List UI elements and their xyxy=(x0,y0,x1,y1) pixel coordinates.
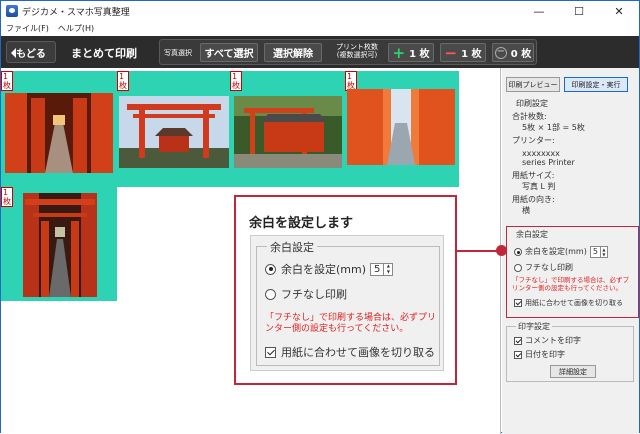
back-label: もどる xyxy=(16,48,46,60)
print-count-title: プリント枚数 xyxy=(336,43,378,51)
callout-dot xyxy=(496,245,507,256)
zoom-spin-down-icon[interactable]: ▼ xyxy=(384,269,392,275)
window-controls: — ☐ ✕ xyxy=(519,1,639,21)
deselect-label: 選択解除 xyxy=(273,49,313,60)
margin-highlight xyxy=(506,226,639,318)
print-preview-label: 印刷プレビュー xyxy=(508,80,558,89)
minimize-icon[interactable]: — xyxy=(519,1,559,21)
photo-count-badge: 1枚 xyxy=(1,71,13,91)
zero-icon: − xyxy=(494,45,507,59)
paper-label: 用紙サイズ: xyxy=(512,171,555,180)
orient-value: 横 xyxy=(522,206,530,215)
minus-one-button[interactable]: −1 枚 xyxy=(440,43,486,62)
minus-one-label: 1 枚 xyxy=(461,49,482,60)
zoom-crop-checkbox[interactable] xyxy=(265,346,276,358)
zoom-margin-group: 余白設定 余白を設定(mm) 5 ▲ ▼ フチなし印刷 「フチなし」で印刷する場合… xyxy=(256,239,440,366)
comment-label: コメントを印字 xyxy=(525,336,581,345)
print-settings-title: 印刷設定 xyxy=(516,99,548,108)
photo-thumbnail[interactable] xyxy=(23,193,97,297)
total-value: 5枚 × 1部 = 5枚 xyxy=(522,123,585,132)
printer-label: プリンター: xyxy=(512,136,555,145)
zoom-margin-set-label: 余白を設定(mm) xyxy=(281,263,367,276)
maximize-icon[interactable]: ☐ xyxy=(559,1,599,21)
total-label: 合計枚数: xyxy=(512,112,547,121)
menu-bar: ファイル(F) ヘルプ(H) xyxy=(1,21,639,35)
printer-value-2: series Printer xyxy=(522,158,575,167)
zoom-borderless-row[interactable]: フチなし印刷 xyxy=(265,286,347,302)
minus-icon: − xyxy=(444,43,458,62)
zoom-borderless-label: フチなし印刷 xyxy=(281,288,347,301)
zoom-margin-spinner[interactable]: 5 ▲ ▼ xyxy=(370,262,394,276)
callout-panel: 余白を設定します 余白設定 余白を設定(mm) 5 ▲ ▼ フチなし印刷 「フチな… xyxy=(234,195,457,385)
zoom-margin-set-row[interactable]: 余白を設定(mm) 5 ▲ ▼ xyxy=(265,261,394,277)
photo-thumbnail[interactable] xyxy=(119,96,229,168)
deselect-button[interactable]: 選択解除 xyxy=(264,43,322,62)
photo-count-badge: 1枚 xyxy=(230,71,242,91)
back-button[interactable]: もどる xyxy=(6,41,56,63)
print-preview-button[interactable]: 印刷プレビュー xyxy=(506,77,560,92)
photo-count-badge: 1枚 xyxy=(117,71,129,91)
select-all-button[interactable]: すべて選択 xyxy=(200,43,258,62)
plus-icon: + xyxy=(392,43,406,62)
page-title: まとめて印刷 xyxy=(71,47,137,60)
toolbar: もどる まとめて印刷 写真選択 すべて選択 選択解除 プリント枚数 (複数選択可… xyxy=(1,36,639,68)
detail-settings-button[interactable]: 詳細設定 xyxy=(550,365,596,378)
plus-one-button[interactable]: +1 枚 xyxy=(388,43,434,62)
menu-help[interactable]: ヘルプ(H) xyxy=(53,23,98,34)
zoom-borderless-radio[interactable] xyxy=(265,288,276,300)
select-all-label: すべて選択 xyxy=(204,49,254,60)
zoom-group-label: 余白設定 xyxy=(267,239,317,255)
close-icon[interactable]: ✕ xyxy=(599,1,639,21)
zoom-margin-value[interactable]: 5 xyxy=(371,264,383,275)
zoom-crop-label: 用紙に合わせて画像を切り取る xyxy=(281,346,435,359)
comment-checkbox[interactable] xyxy=(514,337,522,345)
callout-title: 余白を設定します xyxy=(249,216,354,231)
zoom-crop-row[interactable]: 用紙に合わせて画像を切り取る xyxy=(265,344,435,360)
app-window: デジカメ・スマホ写真整理 — ☐ ✕ ファイル(F) ヘルプ(H) もどる まと… xyxy=(0,0,640,434)
date-checkbox[interactable] xyxy=(514,351,522,359)
print-count-sub: (複数選択可) xyxy=(336,51,378,59)
selection-group: 写真選択 すべて選択 選択解除 プリント枚数 (複数選択可) +1 枚 −1 枚… xyxy=(159,39,537,65)
app-camera-icon xyxy=(6,5,18,17)
paper-value: 写真 L 判 xyxy=(522,182,556,191)
window-title: デジカメ・スマホ写真整理 xyxy=(22,7,130,18)
menu-file[interactable]: ファイル(F) xyxy=(1,23,53,34)
zero-label: 0 枚 xyxy=(510,49,532,60)
print-count-label: プリント枚数 (複数選択可) xyxy=(326,43,388,59)
photo-thumbnail[interactable] xyxy=(347,89,455,165)
photo-select-label: 写真選択 xyxy=(164,49,192,57)
print-settings-button[interactable]: 印刷設定・実行 xyxy=(564,77,628,92)
photo-thumbnail[interactable] xyxy=(5,93,113,173)
zoom-note: 「フチなし」で印刷する場合は、必ずプリンター側の設定も行ってください。 xyxy=(265,313,437,334)
print-settings-label: 印刷設定・実行 xyxy=(571,80,621,89)
photo-count-badge: 1枚 xyxy=(345,71,357,91)
detail-settings-label: 詳細設定 xyxy=(559,367,587,376)
comment-row[interactable]: コメントを印字 xyxy=(514,336,581,346)
plus-one-label: 1 枚 xyxy=(409,49,430,60)
zoom-margin-set-radio[interactable] xyxy=(265,263,276,275)
title-bar: デジカメ・スマホ写真整理 — ☐ ✕ xyxy=(1,1,639,21)
print-text-title: 印字設定 xyxy=(516,322,552,332)
date-row[interactable]: 日付を印字 xyxy=(514,350,565,360)
zero-button[interactable]: −0 枚 xyxy=(492,43,534,62)
callout-zoom: 余白設定 余白を設定(mm) 5 ▲ ▼ フチなし印刷 「フチなし」で印刷する場合… xyxy=(250,235,444,371)
orient-label: 用紙の向き: xyxy=(512,195,555,204)
photo-count-badge: 1枚 xyxy=(1,187,13,207)
date-label: 日付を印字 xyxy=(525,350,565,359)
photo-thumbnail[interactable] xyxy=(234,96,342,168)
